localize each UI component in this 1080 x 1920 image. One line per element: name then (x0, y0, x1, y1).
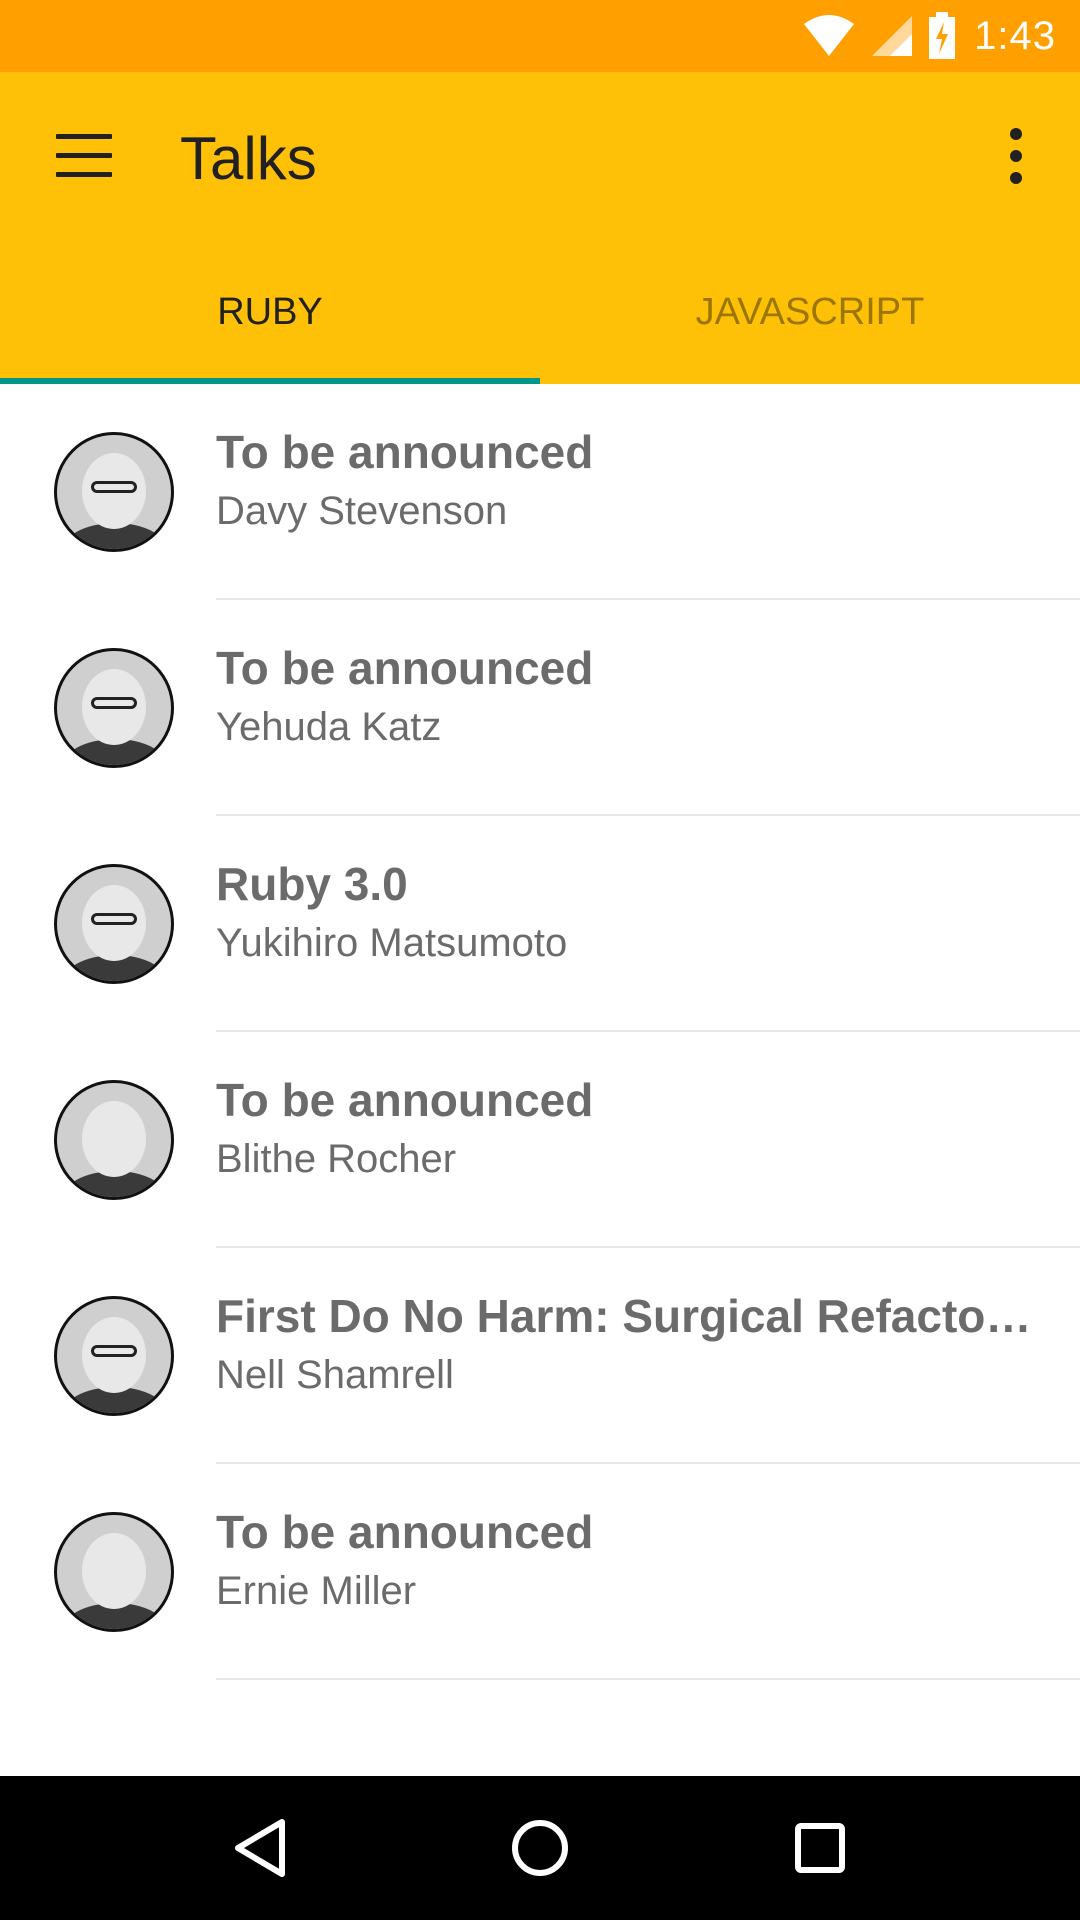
speaker-name: Nell Shamrell (216, 1353, 454, 1397)
hamburger-menu-icon[interactable] (56, 134, 112, 178)
tab-javascript[interactable]: JAVASCRIPT (540, 240, 1080, 384)
talk-title: First Do No Harm: Surgical Refactor… (216, 1290, 1040, 1342)
app-toolbar: Talks (0, 72, 1080, 240)
talk-title: Ruby 3.0 (216, 858, 408, 910)
list-item[interactable]: To be announced Davy Stevenson (0, 384, 1080, 600)
speaker-avatar (54, 1080, 174, 1200)
speaker-name: Blithe Rocher (216, 1137, 457, 1181)
home-icon[interactable] (492, 1800, 588, 1896)
speaker-avatar (54, 864, 174, 984)
speaker-name: Davy Stevenson (216, 489, 508, 533)
wifi-icon (802, 14, 856, 58)
speaker-avatar (54, 1296, 174, 1416)
signal-icon (870, 14, 914, 58)
back-icon[interactable] (212, 1800, 308, 1896)
speaker-name: Ernie Miller (216, 1569, 417, 1613)
speaker-name: Yehuda Katz (216, 705, 442, 749)
tab-ruby[interactable]: RUBY (0, 240, 540, 384)
battery-charging-icon (928, 12, 956, 60)
speaker-avatar (54, 432, 174, 552)
talk-title: To be announced (216, 1074, 594, 1126)
divider (216, 1678, 1080, 1680)
list-item[interactable]: First Do No Harm: Surgical Refactor… Nel… (0, 1248, 1080, 1464)
recents-icon[interactable] (772, 1800, 868, 1896)
status-time: 1:43 (974, 13, 1056, 58)
list-item[interactable]: To be announced Blithe Rocher (0, 1032, 1080, 1248)
more-vert-icon[interactable] (1000, 128, 1032, 184)
page-title: Talks (180, 125, 317, 192)
speaker-avatar (54, 648, 174, 768)
tab-bar: RUBY JAVASCRIPT (0, 240, 1080, 384)
talk-title: To be announced (216, 642, 594, 694)
list-item[interactable]: Ruby 3.0 Yukihiro Matsumoto (0, 816, 1080, 1032)
speaker-avatar (54, 1512, 174, 1632)
list-item[interactable]: To be announced Yehuda Katz (0, 600, 1080, 816)
talk-title: To be announced (216, 426, 594, 478)
list-item[interactable]: To be announced Ernie Miller (0, 1464, 1080, 1680)
status-bar: 1:43 (0, 0, 1080, 72)
system-nav-bar (0, 1776, 1080, 1920)
speaker-name: Yukihiro Matsumoto (216, 921, 568, 965)
talk-title: To be announced (216, 1506, 594, 1558)
talk-list: To be announced Davy Stevenson To be ann… (0, 384, 1080, 1680)
